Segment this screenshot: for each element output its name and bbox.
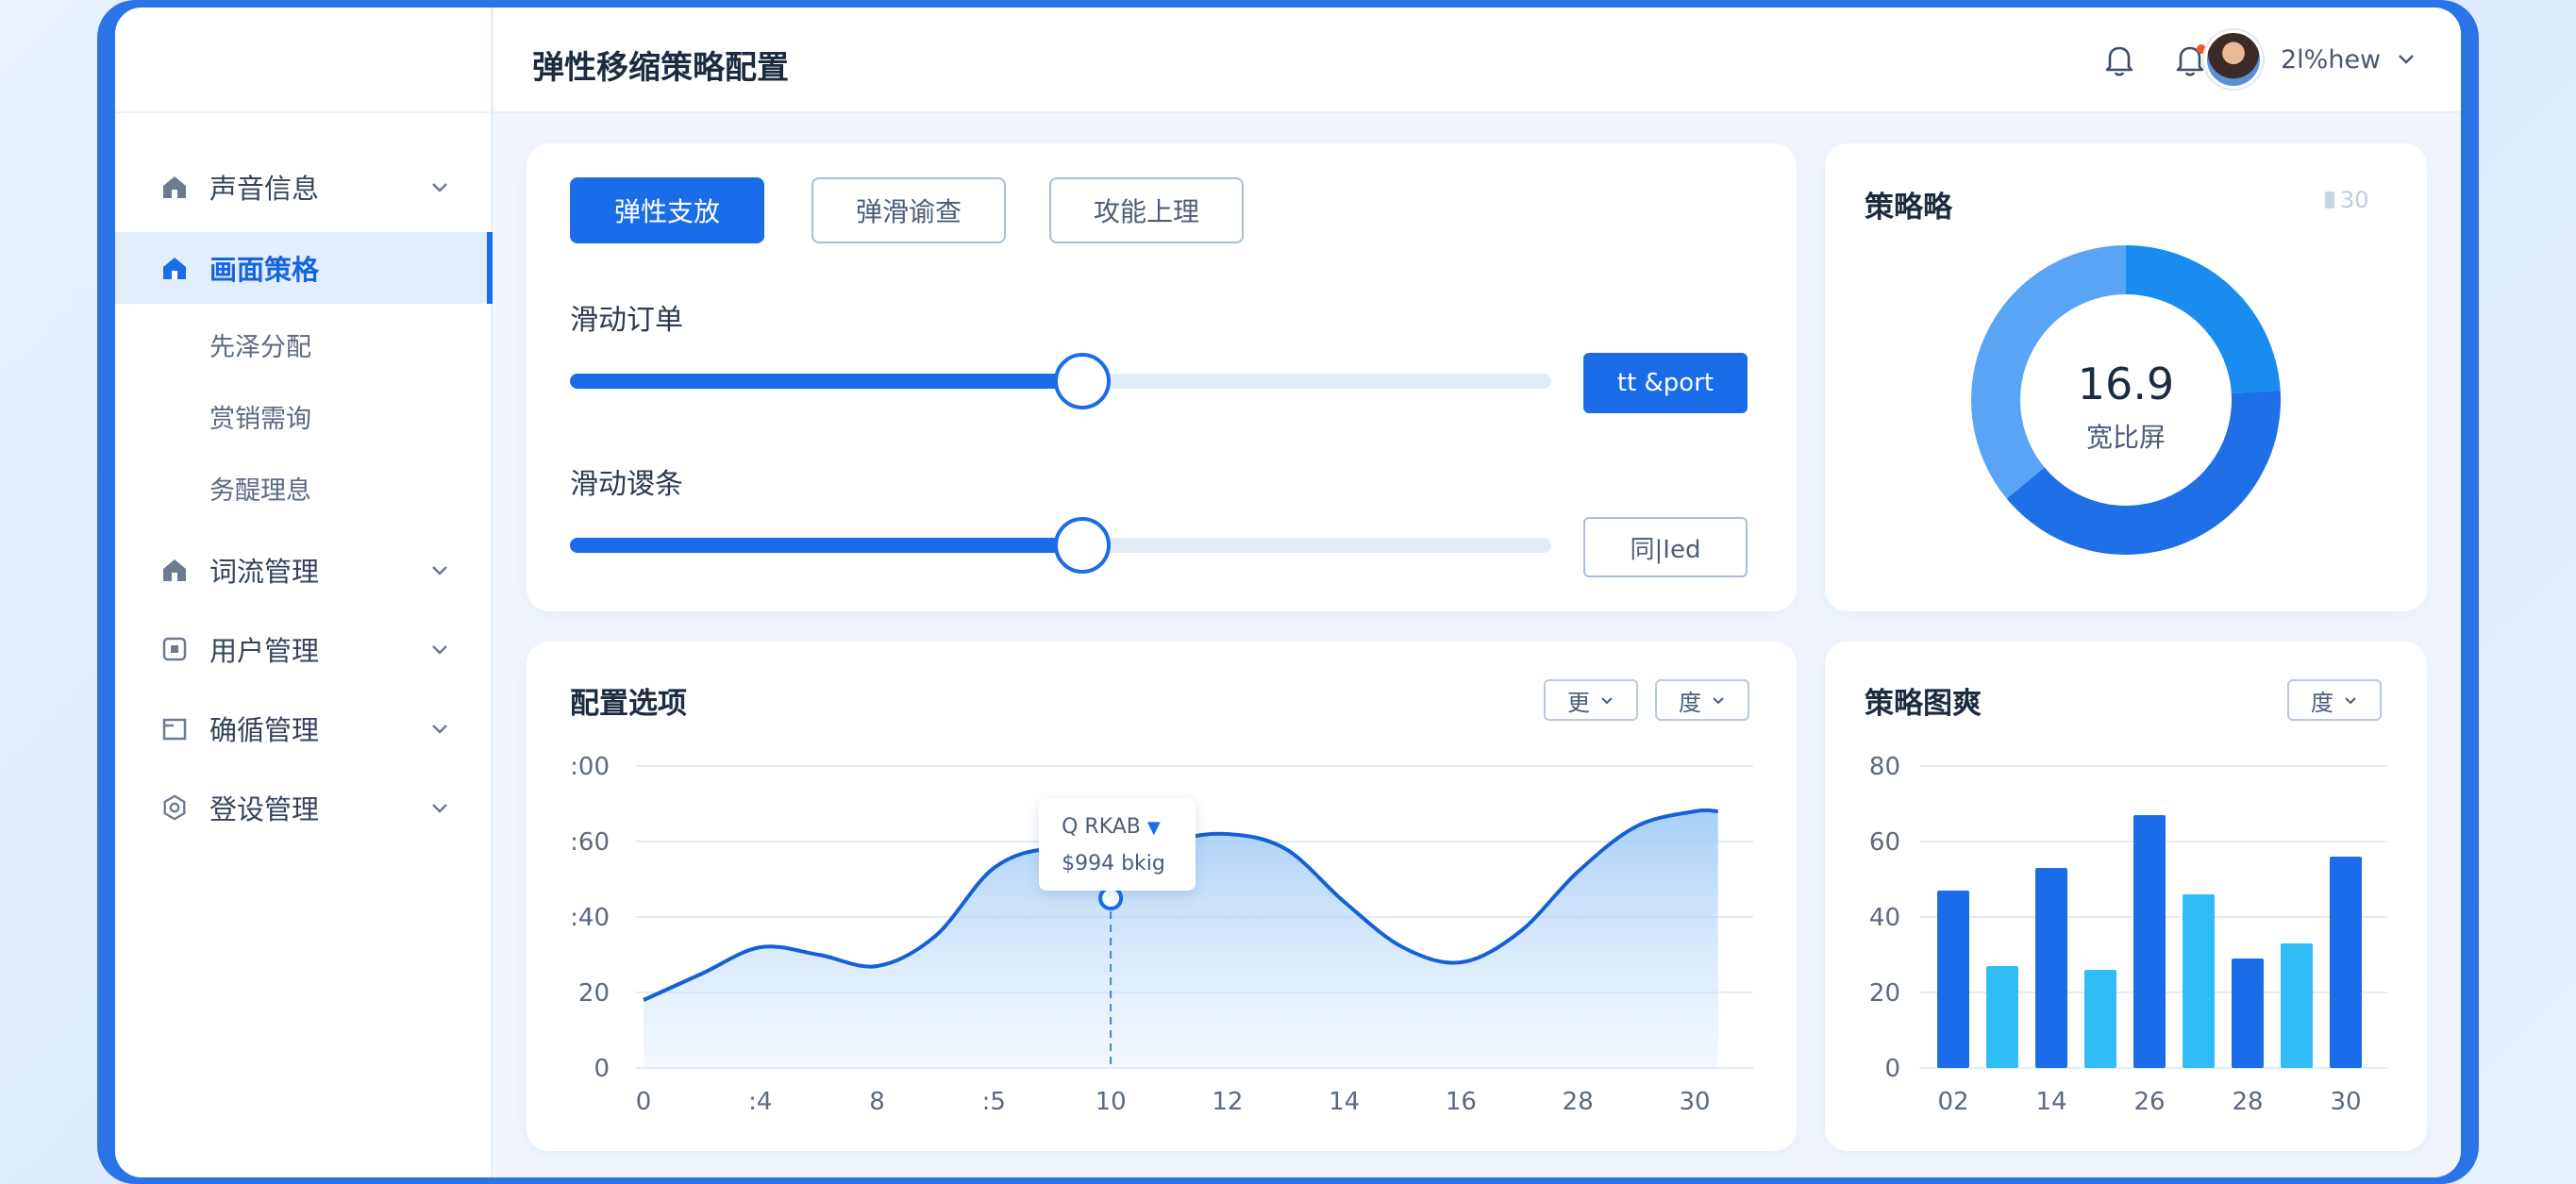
y-tick-label: 0 bbox=[594, 1055, 610, 1083]
y-tick-label: 60 bbox=[1869, 828, 1900, 857]
home-icon bbox=[160, 173, 189, 201]
area-chart: 0 20 :40 :60 :00 0 :4 8 :5 10 12 14 16 28 30 bbox=[570, 753, 1753, 1116]
y-tick-label: :00 bbox=[570, 753, 610, 781]
chevron-down-icon[interactable] bbox=[427, 557, 453, 583]
x-tick-label: 14 bbox=[2035, 1088, 2066, 1116]
page-title: 弹性移缩策略配置 bbox=[532, 49, 789, 87]
sidebar-item-label: 确循管理 bbox=[209, 714, 320, 746]
donut-caption: 宽比屏 bbox=[2085, 422, 2166, 453]
x-tick-label: 12 bbox=[1212, 1088, 1243, 1116]
folder-icon bbox=[160, 714, 189, 742]
chevron-down-icon[interactable] bbox=[427, 174, 453, 200]
bar-light bbox=[2084, 970, 2116, 1068]
sidebar-item-label: 声音信息 bbox=[209, 173, 320, 205]
chevron-down-icon[interactable] bbox=[427, 636, 453, 662]
sidebar-item-settings-management[interactable]: 登设管理 bbox=[115, 772, 493, 843]
sidebar-item-sound-info[interactable]: 声音信息 bbox=[115, 151, 493, 223]
slider-thumb[interactable] bbox=[1054, 353, 1111, 409]
slider-thumb[interactable] bbox=[1054, 517, 1111, 574]
app-window: 声音信息 画面策格 先泽分配 赏销需询 务醍理息 词流管理 用户管理 确循管理 … bbox=[115, 8, 2461, 1177]
slider-label: 滑动谡条 bbox=[570, 468, 683, 501]
sidebar-item-cycle-management[interactable]: 确循管理 bbox=[115, 692, 493, 764]
tab-function-manage[interactable]: 攻能上理 bbox=[1049, 177, 1244, 243]
donut-value: 16.9 bbox=[2077, 359, 2175, 409]
bar-light bbox=[1986, 966, 2018, 1068]
avatar[interactable] bbox=[2204, 30, 2263, 89]
sidebar-item-label: 登设管理 bbox=[209, 793, 320, 825]
slider-order[interactable] bbox=[570, 353, 1551, 409]
sidebar-logo-area bbox=[115, 8, 491, 113]
y-tick-label: :40 bbox=[570, 904, 610, 932]
donut-segment bbox=[2006, 390, 2281, 555]
bar-dark bbox=[2330, 857, 2362, 1068]
slider-fill bbox=[570, 538, 1082, 553]
home-icon bbox=[160, 556, 189, 584]
export-button[interactable]: tt &port bbox=[1583, 353, 1748, 413]
x-tick-label: 8 bbox=[869, 1088, 885, 1116]
marker-point bbox=[1098, 886, 1124, 910]
y-tick-label: 40 bbox=[1869, 904, 1900, 932]
chevron-down-icon[interactable] bbox=[427, 715, 453, 742]
sidebar-subitem[interactable]: 先泽分配 bbox=[209, 326, 311, 363]
user-name[interactable]: 2l%hew bbox=[2281, 45, 2381, 75]
x-tick-label: 30 bbox=[2330, 1088, 2361, 1116]
x-tick-label: 28 bbox=[2232, 1088, 2263, 1116]
x-tick-label: 28 bbox=[1563, 1088, 1594, 1116]
tooltip-line1: Q RKAB ▼ bbox=[1062, 815, 1161, 839]
y-tick-label: 20 bbox=[1869, 979, 1900, 1008]
x-tick-label: 14 bbox=[1329, 1088, 1360, 1116]
bar-dark bbox=[2035, 868, 2067, 1068]
sidebar-item-flow-management[interactable]: 词流管理 bbox=[115, 534, 493, 606]
chevron-down-icon[interactable] bbox=[2391, 43, 2421, 74]
x-tick-label: 10 bbox=[1096, 1088, 1127, 1116]
sidebar-item-screen-policy[interactable]: 画面策格 bbox=[115, 232, 493, 304]
x-tick-label: :4 bbox=[748, 1088, 772, 1116]
y-tick-label: :60 bbox=[570, 828, 610, 857]
sidebar-item-label: 用户管理 bbox=[209, 635, 320, 667]
donut-card: 策略略 30 16.9 宽比屏 bbox=[1825, 143, 2427, 611]
x-tick-label: 16 bbox=[1446, 1088, 1477, 1116]
x-tick-label: 30 bbox=[1679, 1088, 1710, 1116]
chevron-down-icon[interactable] bbox=[427, 794, 453, 821]
tab-elastic-support[interactable]: 弹性支放 bbox=[570, 177, 764, 243]
caret-down-icon: ▼ bbox=[1146, 818, 1161, 838]
sidebar-subitem[interactable]: 赏销需询 bbox=[209, 398, 311, 435]
y-tick-label: 20 bbox=[578, 979, 610, 1008]
bar-dark bbox=[2232, 959, 2264, 1068]
y-tick-label: 80 bbox=[1869, 753, 1900, 781]
chart-tooltip: Q RKAB ▼ $994 bkig bbox=[1039, 798, 1196, 891]
square-icon bbox=[160, 635, 189, 663]
x-tick-label: :5 bbox=[982, 1088, 1006, 1116]
slider-label: 滑动订单 bbox=[570, 304, 683, 337]
line-chart-card: 配置选项 更 度 0 20:40:60:00 0:4 8:5 10 12 14 16 28 30 … bbox=[527, 642, 1797, 1151]
bell-icon[interactable] bbox=[2099, 40, 2140, 81]
bar-dark bbox=[1937, 891, 1969, 1068]
slider-strip[interactable] bbox=[570, 517, 1551, 574]
sidebar-item-label: 画面策格 bbox=[209, 254, 320, 286]
y-tick-label: 0 bbox=[1884, 1055, 1900, 1083]
tab-slide-check[interactable]: 弹滑谕查 bbox=[811, 177, 1006, 243]
sidebar: 声音信息 画面策格 先泽分配 赏销需询 务醍理息 词流管理 用户管理 确循管理 … bbox=[115, 8, 493, 1177]
x-tick-label: 0 bbox=[636, 1088, 652, 1116]
bar-light bbox=[2281, 943, 2313, 1068]
sidebar-item-label: 词流管理 bbox=[209, 556, 320, 588]
top-header: 弹性移缩策略配置 2l%hew bbox=[494, 8, 2461, 113]
bar-dark bbox=[2133, 815, 2166, 1068]
apply-button[interactable]: 同|Ied bbox=[1583, 517, 1748, 577]
x-tick-label: 26 bbox=[2133, 1088, 2165, 1116]
slider-fill bbox=[570, 374, 1082, 389]
tooltip-line2: $994 bkig bbox=[1062, 852, 1165, 875]
hexagon-gear-icon bbox=[160, 793, 189, 822]
bar-chart: 0 20 40 60 80 02 14 26 28 30 bbox=[1869, 753, 2387, 1116]
sidebar-item-user-management[interactable]: 用户管理 bbox=[115, 613, 493, 685]
home-icon bbox=[160, 254, 189, 282]
control-card: 弹性支放 弹滑谕查 攻能上理 滑动订单 tt &port 滑动谡条 同|Ied bbox=[527, 143, 1797, 611]
bar-light bbox=[2183, 894, 2215, 1068]
x-tick-label: 02 bbox=[1937, 1088, 1968, 1116]
sidebar-subitem[interactable]: 务醍理息 bbox=[209, 470, 311, 507]
bar-chart-card: 策略图爽 度 0 20 40 60 80 02 14 26 28 30 bbox=[1825, 642, 2427, 1151]
